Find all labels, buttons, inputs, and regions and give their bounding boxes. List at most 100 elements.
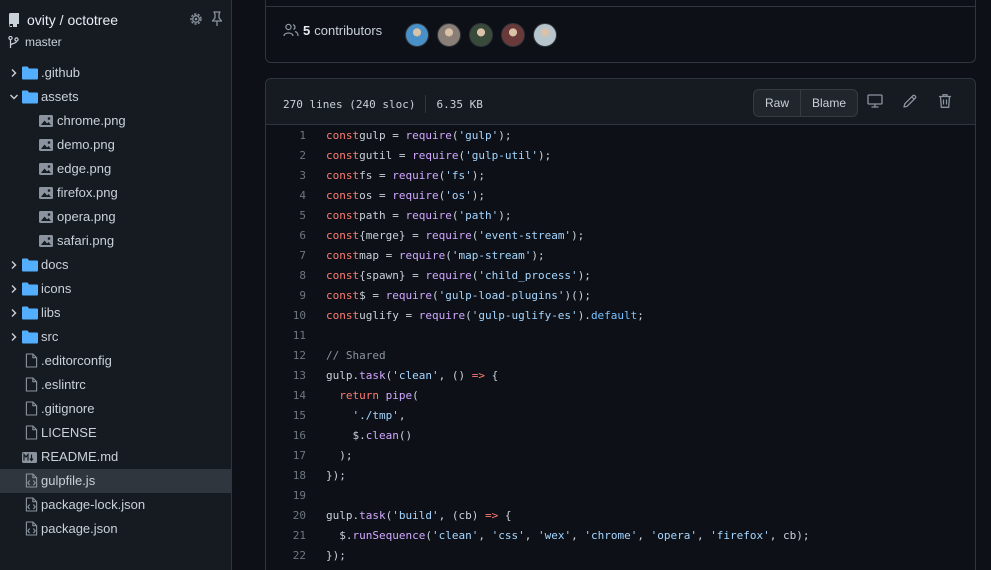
tree-item[interactable]: LICENSE	[0, 421, 232, 445]
tree-item[interactable]: demo.png	[0, 133, 232, 157]
tree-item[interactable]: assets	[0, 85, 232, 109]
tree-item[interactable]: firefox.png	[0, 181, 232, 205]
line-number[interactable]: 14	[266, 389, 306, 402]
line-number[interactable]: 19	[266, 489, 306, 502]
chevron-right-icon[interactable]	[8, 307, 20, 319]
file-actions	[867, 93, 953, 109]
sidebar-actions	[188, 11, 225, 27]
line-source: constgutil = require('gulp-util');	[326, 148, 552, 162]
tree-item[interactable]: .eslintrc	[0, 373, 232, 397]
trash-icon[interactable]	[937, 93, 953, 109]
code-line: 11	[266, 325, 975, 345]
branch-line: master	[8, 32, 223, 52]
line-source: gulp.task('clean', () => {	[326, 368, 499, 382]
tree-item[interactable]: libs	[0, 301, 232, 325]
pencil-icon[interactable]	[902, 93, 918, 109]
contributor-avatar[interactable]	[437, 23, 461, 47]
line-number[interactable]: 22	[266, 549, 306, 562]
desktop-icon[interactable]	[867, 93, 883, 109]
code-file-icon	[25, 473, 38, 488]
markdown-file-icon	[22, 452, 37, 463]
tree-item[interactable]: safari.png	[0, 229, 232, 253]
tree-item-label: LICENSE	[41, 425, 97, 440]
contributor-avatar[interactable]	[405, 23, 429, 47]
tree-item-label: package.json	[41, 521, 118, 536]
repo-name[interactable]: ovity / octotree	[27, 12, 118, 28]
chevron-right-icon[interactable]	[8, 331, 20, 343]
raw-blame-group: Raw Blame	[753, 89, 859, 117]
tree-item[interactable]: opera.png	[0, 205, 232, 229]
tree-item[interactable]: docs	[0, 253, 232, 277]
line-number[interactable]: 1	[266, 129, 306, 142]
tree-item-label: package-lock.json	[41, 497, 146, 512]
tree-item[interactable]: .github	[0, 61, 232, 85]
line-number[interactable]: 12	[266, 349, 306, 362]
file-icon	[25, 401, 38, 416]
file-icon	[25, 353, 38, 368]
tree-item-label: edge.png	[57, 161, 112, 176]
folder-icon	[22, 282, 38, 296]
contributor-avatar[interactable]	[469, 23, 493, 47]
line-number[interactable]: 4	[266, 189, 306, 202]
tree-item[interactable]: src	[0, 325, 232, 349]
line-source: gulp.task('build', (cb) => {	[326, 508, 512, 522]
tree-item[interactable]: icons	[0, 277, 232, 301]
file-size: 6.35 KB	[436, 97, 483, 111]
line-number[interactable]: 18	[266, 469, 306, 482]
line-number[interactable]: 2	[266, 149, 306, 162]
tree-item[interactable]: edge.png	[0, 157, 232, 181]
file-meta: 270 lines (240 sloc) 6.35 KB	[283, 95, 483, 113]
line-source: $.runSequence('clean', 'css', 'wex', 'ch…	[326, 528, 810, 542]
code-file-icon	[25, 521, 38, 536]
chevron-right-icon[interactable]	[8, 259, 20, 271]
line-number[interactable]: 9	[266, 289, 306, 302]
tree-item-label: .eslintrc	[41, 377, 86, 392]
line-number[interactable]: 3	[266, 169, 306, 182]
line-number[interactable]: 17	[266, 449, 306, 462]
chevron-down-icon[interactable]	[8, 91, 20, 103]
line-number[interactable]: 15	[266, 409, 306, 422]
image-file-icon	[39, 235, 53, 247]
repo-icon	[8, 13, 19, 27]
raw-button[interactable]: Raw	[754, 90, 800, 116]
contributor-avatar[interactable]	[501, 23, 525, 47]
tree-item-label: docs	[41, 257, 69, 272]
code-view: 1 constgulp = require('gulp'); 2 constgutil…	[266, 125, 975, 565]
gear-icon[interactable]	[188, 11, 204, 27]
contributors-summary[interactable]: 5 contributors	[283, 22, 382, 38]
tree-item-label: .gitignore	[41, 401, 95, 416]
image-file-icon	[39, 139, 53, 151]
code-line: 1 constgulp = require('gulp');	[266, 125, 975, 145]
line-number[interactable]: 20	[266, 509, 306, 522]
branch-name[interactable]: master	[25, 35, 62, 49]
tree-item[interactable]: chrome.png	[0, 109, 232, 133]
tree-item[interactable]: package-lock.json	[0, 493, 232, 517]
chevron-right-icon[interactable]	[8, 283, 20, 295]
tree-item[interactable]: package.json	[0, 517, 232, 541]
line-number[interactable]: 21	[266, 529, 306, 542]
octotree-sidebar: ovity / octotree master .github assets chr…	[0, 0, 232, 570]
pin-icon[interactable]	[209, 11, 225, 27]
line-number[interactable]: 8	[266, 269, 306, 282]
code-file-icon	[25, 497, 38, 512]
line-number[interactable]: 5	[266, 209, 306, 222]
tree-item[interactable]: gulpfile.js	[0, 469, 232, 493]
tree-item[interactable]: .editorconfig	[0, 349, 232, 373]
line-number[interactable]: 7	[266, 249, 306, 262]
tree-item[interactable]: .gitignore	[0, 397, 232, 421]
contributor-avatar[interactable]	[533, 23, 557, 47]
tree-item[interactable]: README.md	[0, 445, 232, 469]
code-line: 22});	[266, 545, 975, 565]
line-number[interactable]: 6	[266, 229, 306, 242]
line-source: );	[326, 448, 353, 462]
code-line: 18});	[266, 465, 975, 485]
line-number[interactable]: 11	[266, 329, 306, 342]
line-number[interactable]: 13	[266, 369, 306, 382]
line-number[interactable]: 16	[266, 429, 306, 442]
meta-divider	[425, 95, 427, 113]
code-line: 20 gulp.task('build', (cb) => {	[266, 505, 975, 525]
blame-button[interactable]: Blame	[800, 90, 857, 116]
sidebar-header: ovity / octotree master	[0, 0, 231, 57]
chevron-right-icon[interactable]	[8, 67, 20, 79]
line-number[interactable]: 10	[266, 309, 306, 322]
